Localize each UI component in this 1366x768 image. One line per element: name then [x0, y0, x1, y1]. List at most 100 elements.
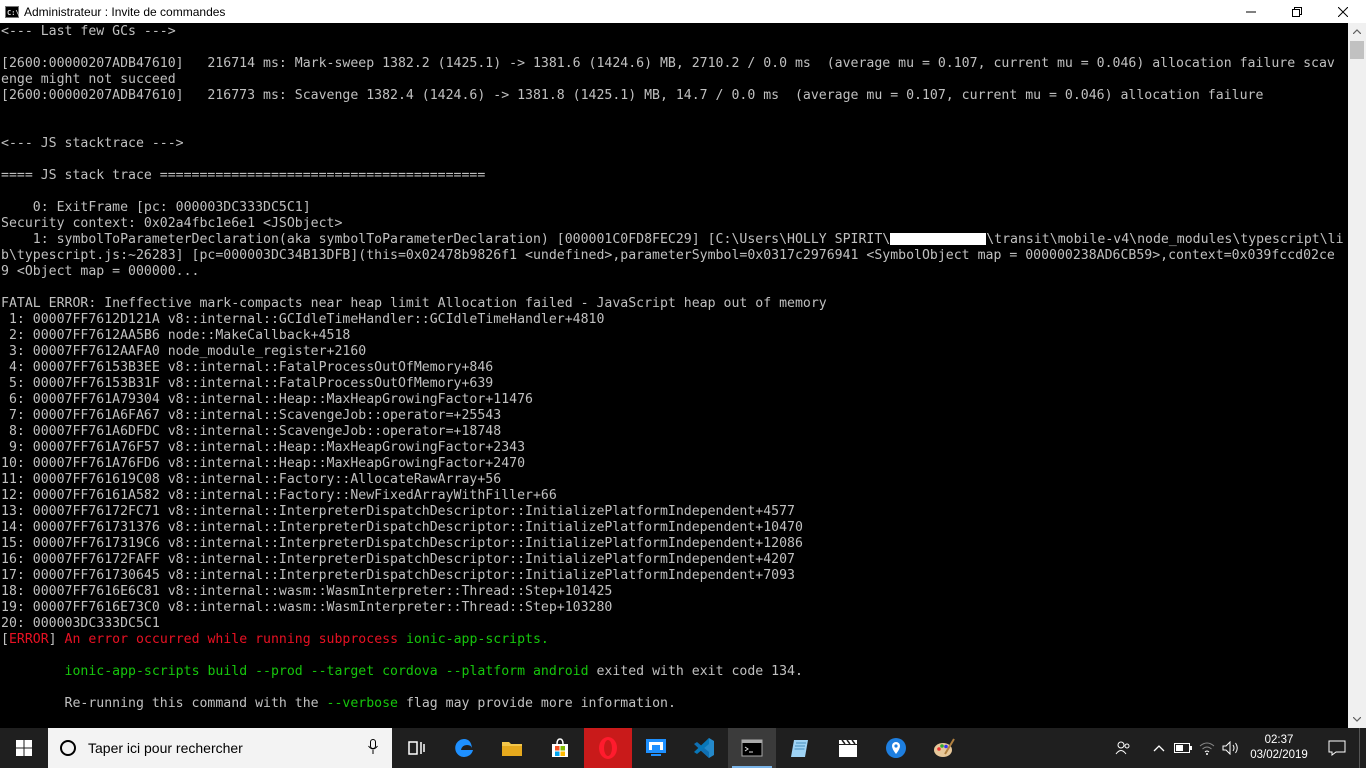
console-text: 7: 00007FF761A6FA67 v8::internal::Scaven…	[1, 408, 502, 423]
console-text: Security context: 0x02a4fbc1e6e1 <JSObje…	[1, 216, 343, 231]
start-button[interactable]	[0, 728, 48, 768]
vertical-scrollbar[interactable]	[1348, 23, 1366, 728]
action-center-button[interactable]	[1315, 728, 1359, 768]
console-text: 5: 00007FF76153B31F v8::internal::FatalP…	[1, 376, 494, 391]
console-line: b\typescript.js:~26283] [pc=000003DC34B1…	[1, 248, 1348, 264]
file-explorer-button[interactable]	[488, 728, 536, 768]
clapperboard-icon	[839, 739, 857, 757]
console-text: 10: 00007FF761A76FD6 v8::internal::Heap:…	[1, 456, 526, 471]
console-line: 7: 00007FF761A6FA67 v8::internal::Scaven…	[1, 408, 1348, 424]
console-text: <--- Last few GCs --->	[1, 24, 176, 39]
battery-icon	[1174, 743, 1192, 753]
console-line: 16: 00007FF76172FAFF v8::internal::Inter…	[1, 552, 1348, 568]
console-line: 19: 00007FF7616E73C0 v8::internal::wasm:…	[1, 600, 1348, 616]
taskbar-search-box[interactable]: Taper ici pour rechercher	[48, 728, 392, 768]
console-text: 16: 00007FF76172FAFF v8::internal::Inter…	[1, 552, 795, 567]
maps-button[interactable]	[872, 728, 920, 768]
console-text: --verbose	[326, 696, 398, 711]
console-line: 1: 00007FF7612D121A v8::internal::GCIdle…	[1, 312, 1348, 328]
opera-button[interactable]	[584, 728, 632, 768]
console-text: [2600:00000207ADB47610] 216714 ms: Mark-…	[1, 56, 1335, 71]
close-button[interactable]	[1320, 0, 1366, 23]
console-line: 20: 000003DC333DC5C1	[1, 616, 1348, 632]
visual-studio-code-icon	[694, 738, 714, 758]
command-prompt-icon	[741, 739, 763, 757]
console-line: 9: 00007FF761A76F57 v8::internal::Heap::…	[1, 440, 1348, 456]
network-button[interactable]	[1195, 728, 1219, 768]
scroll-down-button[interactable]	[1348, 711, 1366, 728]
console-text: 1: symbolToParameterDeclaration(aka symb…	[1, 232, 891, 247]
console-text: [2600:00000207ADB47610] 216773 ms: Scave…	[1, 88, 1264, 103]
console-text: flag may provide more information.	[398, 696, 676, 711]
console-text: ]	[48, 632, 65, 647]
console-text: 8: 00007FF761A6DFDC v8::internal::Scaven…	[1, 424, 502, 439]
show-hidden-icons-button[interactable]	[1147, 728, 1171, 768]
clock-date: 03/02/2019	[1250, 749, 1308, 761]
console-text: 4: 00007FF76153B3EE v8::internal::FatalP…	[1, 360, 494, 375]
console-line: <--- JS stacktrace --->	[1, 136, 1348, 152]
minimize-button[interactable]	[1228, 0, 1274, 23]
console-line: 14: 00007FF761731376 v8::internal::Inter…	[1, 520, 1348, 536]
volume-button[interactable]	[1219, 728, 1243, 768]
taskbar: Taper ici pour rechercher 02:37 03/02/20…	[0, 728, 1366, 768]
people-icon	[1115, 741, 1130, 755]
show-desktop-button[interactable]	[1359, 728, 1366, 768]
media-button[interactable]	[824, 728, 872, 768]
remote-desktop-button[interactable]	[632, 728, 680, 768]
console-text: enge might not succeed	[1, 72, 176, 87]
taskbar-clock[interactable]: 02:37 03/02/2019	[1243, 733, 1315, 763]
console-text: 0: ExitFrame [pc: 000003DC333DC5C1]	[1, 200, 311, 215]
console-text: FATAL ERROR: Ineffective mark-compacts n…	[1, 296, 827, 311]
console-line: 11: 00007FF761619C08 v8::internal::Facto…	[1, 472, 1348, 488]
console-text: 18: 00007FF7616E6C81 v8::internal::wasm:…	[1, 584, 613, 599]
edge-button[interactable]	[440, 728, 488, 768]
scrollbar-thumb[interactable]	[1350, 41, 1364, 59]
console-line: 0: ExitFrame [pc: 000003DC333DC5C1]	[1, 200, 1348, 216]
microphone-icon[interactable]	[368, 739, 378, 755]
console-text: <--- JS stacktrace --->	[1, 136, 184, 151]
console-text: ERROR	[8, 632, 49, 647]
system-tray: 02:37 03/02/2019	[1111, 728, 1366, 768]
console-line: Security context: 0x02a4fbc1e6e1 <JSObje…	[1, 216, 1348, 232]
console-text: 13: 00007FF76172FC71 v8::internal::Inter…	[1, 504, 795, 519]
console-line: [ERROR] An error occurred while running …	[1, 632, 1348, 648]
people-button[interactable]	[1111, 728, 1135, 768]
scroll-up-button[interactable]	[1348, 23, 1366, 40]
console-output[interactable]: <--- Last few GCs ---> [2600:00000207ADB4…	[0, 23, 1348, 728]
chevron-up-icon	[1353, 29, 1361, 34]
console-line: [2600:00000207ADB47610] 216714 ms: Mark-…	[1, 56, 1348, 72]
speaker-icon	[1222, 741, 1238, 755]
console-text: An error occurred while running subproce…	[64, 632, 406, 647]
notepad-icon	[791, 740, 808, 757]
notepad-button[interactable]	[776, 728, 824, 768]
edge-icon	[455, 739, 473, 757]
file-explorer-icon	[502, 742, 522, 756]
console-text: 9: 00007FF761A76F57 v8::internal::Heap::…	[1, 440, 526, 455]
console-text: 9 <Object map = 000000...	[1, 264, 200, 279]
console-line: ionic-app-scripts build --prod --target …	[1, 664, 1348, 680]
vscode-button[interactable]	[680, 728, 728, 768]
console-line: FATAL ERROR: Ineffective mark-compacts n…	[1, 296, 1348, 312]
console-text: 20: 000003DC333DC5C1	[1, 616, 160, 631]
store-button[interactable]	[536, 728, 584, 768]
wifi-icon	[1199, 742, 1215, 755]
chevron-down-icon	[1353, 717, 1361, 722]
command-prompt-button[interactable]	[728, 728, 776, 768]
console-line: enge might not succeed	[1, 72, 1348, 88]
task-view-button[interactable]	[392, 728, 440, 768]
console-line: 12: 00007FF76161A582 v8::internal::Facto…	[1, 488, 1348, 504]
paint-button[interactable]	[920, 728, 968, 768]
title-bar[interactable]: C:\ Administrateur : Invite de commandes	[0, 0, 1366, 23]
task-view-icon	[408, 741, 425, 755]
console-line: 5: 00007FF76153B31F v8::internal::FatalP…	[1, 376, 1348, 392]
notification-icon	[1328, 740, 1346, 756]
battery-button[interactable]	[1171, 728, 1195, 768]
store-icon	[552, 738, 568, 757]
restore-button[interactable]	[1274, 0, 1320, 23]
windows-logo-icon	[16, 740, 32, 756]
